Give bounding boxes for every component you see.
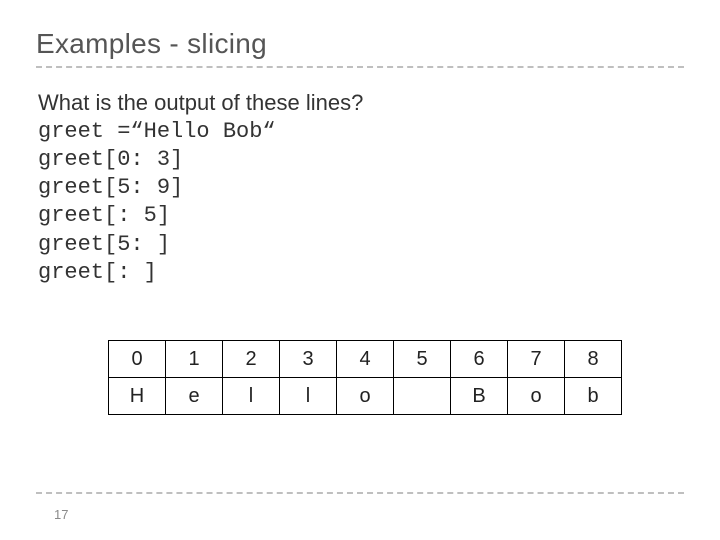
header-cell: 7 bbox=[508, 341, 565, 378]
slide: Examples - slicing What is the output of… bbox=[0, 0, 720, 540]
char-cell: b bbox=[565, 378, 622, 415]
index-table-wrap: 0 1 2 3 4 5 6 7 8 H e l l o B o b bbox=[108, 340, 622, 415]
code-line-3: greet[5: 9] bbox=[38, 174, 684, 202]
table-row: 0 1 2 3 4 5 6 7 8 bbox=[109, 341, 622, 378]
header-cell: 2 bbox=[223, 341, 280, 378]
page-number: 17 bbox=[54, 507, 68, 522]
char-cell bbox=[394, 378, 451, 415]
code-line-5: greet[5: ] bbox=[38, 231, 684, 259]
footer-divider bbox=[36, 492, 684, 494]
code-line-4: greet[: 5] bbox=[38, 202, 684, 230]
header-cell: 8 bbox=[565, 341, 622, 378]
slide-title: Examples - slicing bbox=[36, 28, 684, 66]
code-line-2: greet[0: 3] bbox=[38, 146, 684, 174]
char-cell: o bbox=[508, 378, 565, 415]
char-cell: e bbox=[166, 378, 223, 415]
char-cell: H bbox=[109, 378, 166, 415]
header-cell: 6 bbox=[451, 341, 508, 378]
char-cell: l bbox=[223, 378, 280, 415]
char-cell: l bbox=[280, 378, 337, 415]
code-line-6: greet[: ] bbox=[38, 259, 684, 287]
char-cell: o bbox=[337, 378, 394, 415]
header-cell: 5 bbox=[394, 341, 451, 378]
question-text: What is the output of these lines? bbox=[38, 90, 684, 116]
table-row: H e l l o B o b bbox=[109, 378, 622, 415]
char-cell: B bbox=[451, 378, 508, 415]
header-cell: 1 bbox=[166, 341, 223, 378]
title-block: Examples - slicing bbox=[36, 28, 684, 68]
header-cell: 3 bbox=[280, 341, 337, 378]
title-divider bbox=[36, 66, 684, 68]
header-cell: 4 bbox=[337, 341, 394, 378]
code-line-1: greet =“Hello Bob“ bbox=[38, 118, 684, 146]
index-table: 0 1 2 3 4 5 6 7 8 H e l l o B o b bbox=[108, 340, 622, 415]
body-content: What is the output of these lines? greet… bbox=[38, 90, 684, 287]
header-cell: 0 bbox=[109, 341, 166, 378]
